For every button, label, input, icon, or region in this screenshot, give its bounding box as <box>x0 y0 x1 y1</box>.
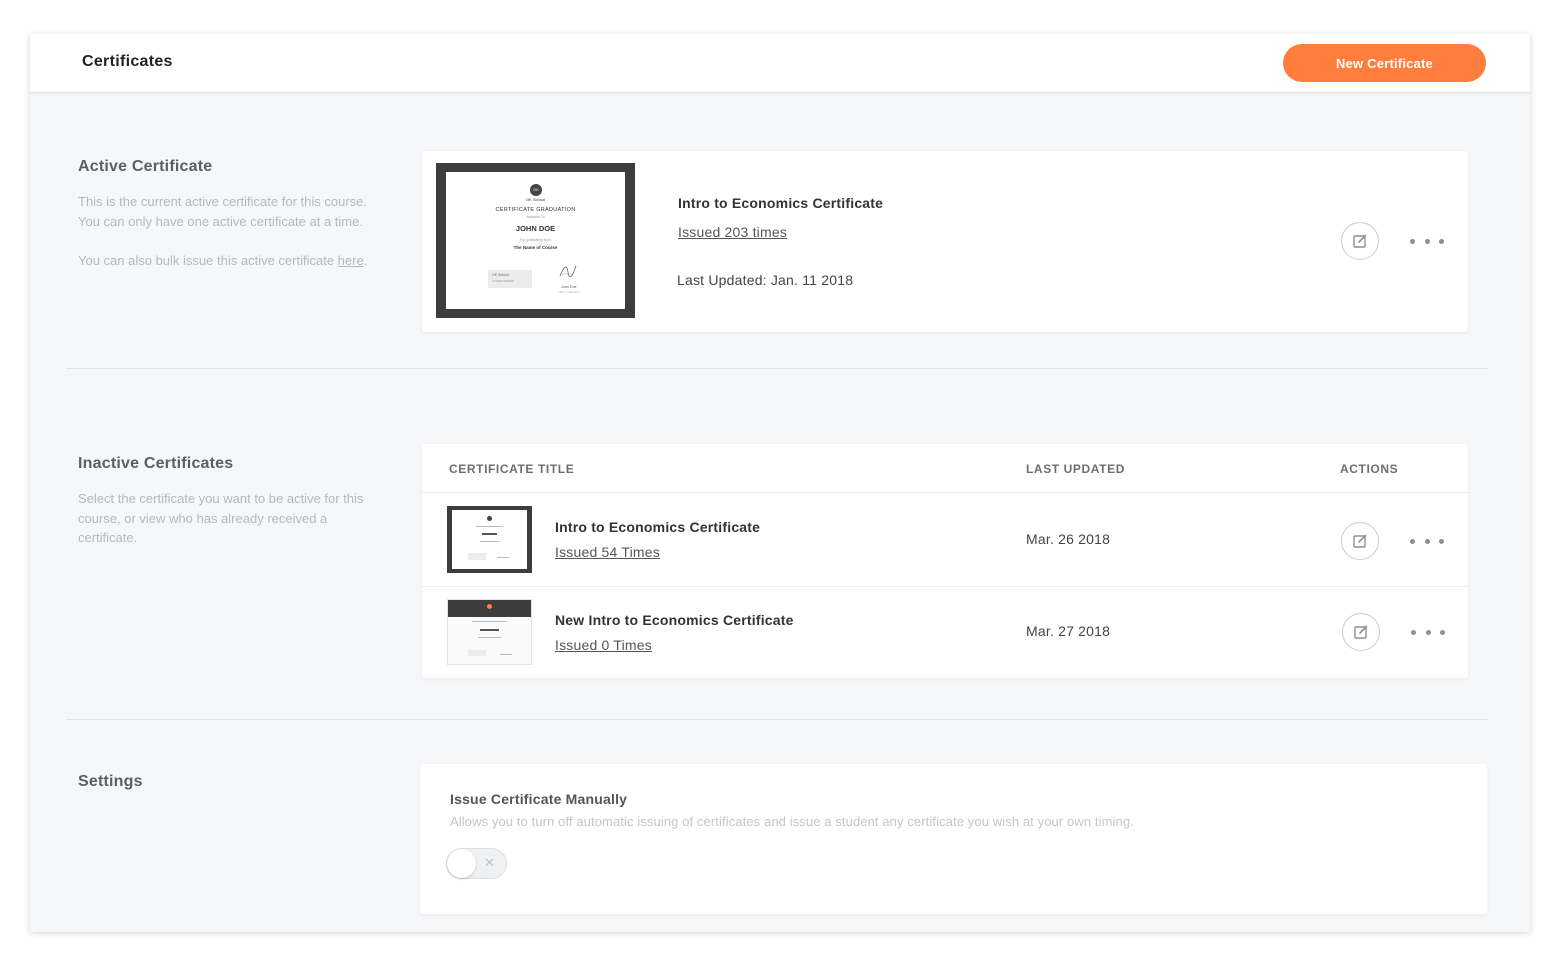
seal-icon: OK <box>530 184 542 196</box>
seal-text: OK <box>533 187 539 192</box>
thumb-heading: CERTIFICATE GRADUATION <box>495 207 576 213</box>
active-certificate-thumbnail[interactable]: OK OK School CERTIFICATE GRADUATION Awar… <box>436 163 635 318</box>
row-thumbnail[interactable] <box>447 506 532 573</box>
dot-icon <box>1439 538 1444 544</box>
bulk-issue-text: You can also bulk issue this active cert… <box>78 251 383 271</box>
dot-icon <box>1424 538 1430 544</box>
row-issued-link[interactable]: Issued 0 Times <box>555 637 652 653</box>
seal-icon <box>487 604 492 609</box>
thumb-line <box>476 526 503 527</box>
dot-icon <box>1424 238 1430 244</box>
new-certificate-button[interactable]: New Certificate <box>1283 44 1486 82</box>
seal-icon <box>487 516 492 521</box>
certificate-paper <box>452 510 527 569</box>
dot-icon <box>1411 629 1416 635</box>
dot-icon <box>1410 538 1415 544</box>
row-last-updated: Mar. 27 2018 <box>1026 623 1111 639</box>
manual-issue-title: Issue Certificate Manually <box>450 791 628 807</box>
inactive-certificates-table: CERTIFICATE TITLE LAST UPDATED ACTIONS I… <box>422 444 1468 678</box>
active-desc-text: This is the current active certificate f… <box>78 194 367 229</box>
header-separator <box>422 492 1468 493</box>
thumb-box <box>468 650 486 656</box>
thumb-box-title: OK School <box>492 273 509 277</box>
thumb-line <box>482 533 497 535</box>
inactive-certificates-heading: Inactive Certificates <box>78 455 234 472</box>
page-title: Certificates <box>82 53 173 70</box>
settings-heading: Settings <box>78 773 143 790</box>
edit-icon <box>1353 234 1367 248</box>
edit-icon <box>1354 625 1368 639</box>
thumb-signer: John Doe <box>561 285 577 289</box>
bulk-issue-prefix: You can also bulk issue this active cert… <box>78 252 338 268</box>
dot-icon <box>1440 629 1445 635</box>
row-thumbnail[interactable] <box>447 599 532 665</box>
thumb-box-number: 1234567890098 <box>492 279 514 283</box>
inactive-certificates-description: Select the certificate you want to be ac… <box>78 491 364 545</box>
thumb-line <box>480 541 499 542</box>
thumb-course: The Name of Course <box>513 245 558 250</box>
edit-button[interactable] <box>1341 222 1379 260</box>
active-last-updated: Last Updated: Jan. 11 2018 <box>677 272 854 288</box>
active-certificate-description: This is the current active certificate f… <box>78 192 383 270</box>
active-certificate-title: Intro to Economics Certificate <box>678 195 884 211</box>
edit-icon <box>1353 534 1367 548</box>
thumb-signer-role: CEO / Instructor <box>558 290 580 294</box>
edit-button[interactable] <box>1341 522 1379 560</box>
section-divider <box>66 719 1488 720</box>
settings-card: Issue Certificate Manually Allows you to… <box>420 764 1487 914</box>
row-separator <box>422 586 1468 587</box>
bulk-issue-link[interactable]: here <box>338 253 364 268</box>
column-header-updated: LAST UPDATED <box>1026 462 1125 476</box>
thumb-line <box>497 557 509 558</box>
bulk-issue-suffix: . <box>363 252 368 268</box>
thumb-line <box>500 654 512 655</box>
column-header-title: CERTIFICATE TITLE <box>449 462 575 476</box>
active-certificate-card: OK OK School CERTIFICATE GRADUATION Awar… <box>422 151 1468 332</box>
active-issued-link[interactable]: Issued 203 times <box>678 224 787 240</box>
dot-icon <box>1439 238 1444 244</box>
thumb-line <box>472 621 507 622</box>
app-window: Certificates New Certificate Active Cert… <box>30 34 1530 932</box>
dot-icon <box>1410 238 1415 244</box>
manual-issue-toggle[interactable]: ✕ <box>446 848 507 879</box>
dot-icon <box>1425 629 1431 635</box>
top-bar: Certificates New Certificate <box>30 34 1530 93</box>
thumb-box <box>468 553 486 560</box>
signature-icon <box>559 265 577 278</box>
more-options-button[interactable] <box>1410 234 1444 248</box>
thumb-line <box>480 629 499 631</box>
more-options-button[interactable] <box>1411 625 1445 639</box>
certificate-paper: OK OK School CERTIFICATE GRADUATION Awar… <box>446 172 625 309</box>
row-last-updated: Mar. 26 2018 <box>1026 531 1111 547</box>
toggle-knob <box>447 849 476 878</box>
row-title: New Intro to Economics Certificate <box>555 612 794 628</box>
section-divider <box>66 368 1488 369</box>
close-icon: ✕ <box>484 855 495 870</box>
thumb-name: JOHN DOE <box>515 224 556 233</box>
active-certificate-heading: Active Certificate <box>78 158 213 175</box>
more-options-button[interactable] <box>1410 534 1444 548</box>
manual-issue-description: Allows you to turn off automatic issuing… <box>450 814 1134 829</box>
thumb-line <box>478 637 501 638</box>
row-title: Intro to Economics Certificate <box>555 519 761 535</box>
edit-button[interactable] <box>1342 613 1380 651</box>
thumb-info-box: OK School 1234567890098 <box>488 270 532 288</box>
thumb-school: OK School <box>525 197 546 202</box>
thumb-for: For graduating from <box>520 238 551 242</box>
thumb-awarded: Awarded To <box>526 215 545 219</box>
row-issued-link[interactable]: Issued 54 Times <box>555 544 660 560</box>
column-header-actions: ACTIONS <box>1340 462 1399 476</box>
